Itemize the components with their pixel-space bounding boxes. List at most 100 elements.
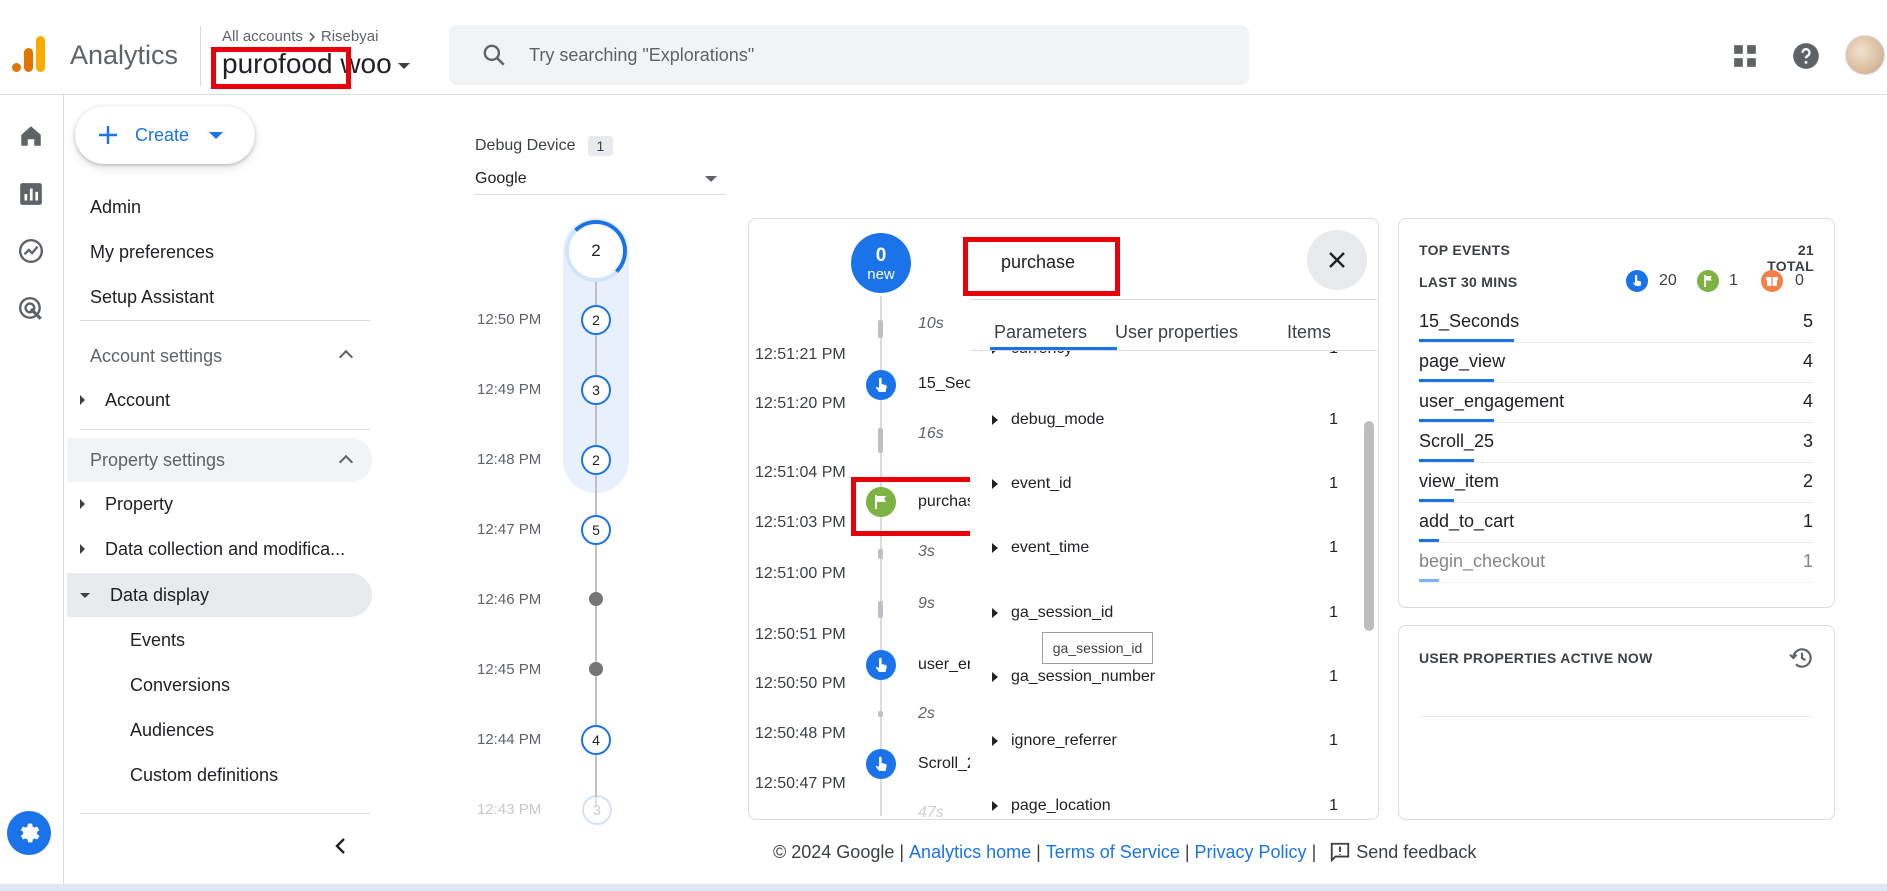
top-event-row[interactable]: Scroll_25 3 — [1419, 431, 1813, 471]
new-events-badge[interactable]: 0 new — [851, 233, 911, 293]
help-icon[interactable] — [1792, 42, 1820, 70]
event-name[interactable]: 15_Sec — [918, 375, 970, 393]
event-name[interactable]: Scroll_2 — [918, 755, 970, 773]
expand-arrow-icon — [992, 801, 998, 811]
share-bar — [1419, 579, 1439, 582]
minute-count[interactable]: 2 — [581, 445, 611, 475]
feedback-icon[interactable] — [1329, 841, 1351, 863]
share-bar — [1419, 459, 1474, 462]
footer-analytics-home-link[interactable]: Analytics home — [909, 842, 1031, 863]
avatar[interactable] — [1845, 35, 1885, 75]
event-touch-icon — [1626, 270, 1648, 292]
search-icon — [483, 44, 505, 66]
chevron-up-icon[interactable] — [338, 349, 354, 365]
parameter-row[interactable]: ga_session_id 1 — [992, 604, 1338, 622]
share-bar — [1419, 539, 1439, 542]
parameter-row[interactable]: ga_session_number 1 — [992, 668, 1338, 686]
conversion-flag-icon — [1697, 270, 1719, 292]
collapse-nav-icon[interactable] — [332, 836, 348, 856]
minute-empty-dot[interactable] — [589, 662, 603, 676]
parameter-row[interactable]: ignore_referrer 1 — [992, 732, 1338, 750]
parameter-row[interactable]: currency1 — [992, 351, 1338, 358]
top-events-period: LAST 30 MINS — [1419, 274, 1518, 290]
expand-arrow-icon — [80, 544, 85, 554]
advertising-icon[interactable] — [18, 296, 44, 322]
expand-arrow-icon — [992, 479, 998, 489]
nav-events[interactable]: Events — [130, 620, 185, 660]
nav-divider — [80, 429, 370, 430]
parameter-row[interactable]: event_id 1 — [992, 475, 1338, 493]
share-bar — [1419, 499, 1454, 502]
time-gap-label: 3s — [918, 543, 935, 560]
home-icon[interactable] — [18, 123, 44, 149]
nav-account-settings[interactable]: Account settings — [90, 334, 222, 378]
footer-copyright: © 2024 Google — [773, 841, 895, 862]
tab-items[interactable]: Items — [1287, 322, 1331, 343]
expand-arrow-icon — [992, 736, 998, 746]
nav-data-display[interactable]: Data display — [80, 575, 209, 615]
minute-count[interactable]: 4 — [581, 725, 611, 755]
nav-account[interactable]: Account — [80, 380, 170, 420]
top-event-row[interactable]: 15_Seconds 5 — [1419, 311, 1813, 351]
create-button[interactable]: Create — [75, 106, 255, 164]
plus-icon — [99, 126, 117, 144]
nav-property[interactable]: Property — [80, 484, 173, 524]
app-name[interactable]: Analytics — [70, 40, 178, 71]
event-name[interactable]: user_er — [918, 656, 970, 674]
nav-admin[interactable]: Admin — [90, 187, 141, 227]
breadcrumb-property[interactable]: Risebyai — [321, 28, 379, 45]
event-timestamp: 12:50:48 PM — [755, 725, 846, 742]
search-input[interactable] — [529, 44, 1179, 66]
minute-count[interactable]: 3 — [581, 375, 611, 405]
event-touch-icon[interactable] — [866, 370, 896, 400]
minute-count[interactable]: 5 — [581, 515, 611, 545]
nav-audiences[interactable]: Audiences — [130, 710, 214, 750]
top-event-row[interactable]: begin_checkout 1 — [1419, 551, 1813, 591]
top-event-row[interactable]: view_item 2 — [1419, 471, 1813, 511]
nav-setup-assistant[interactable]: Setup Assistant — [90, 277, 214, 317]
device-select-value: Google — [475, 169, 527, 187]
nav-data-collection[interactable]: Data collection and modifica... — [80, 529, 345, 569]
minute-count[interactable]: 3 — [582, 795, 612, 825]
explore-icon[interactable] — [18, 238, 44, 264]
footer-terms-link[interactable]: Terms of Service — [1046, 842, 1180, 863]
analytics-logo-icon[interactable] — [12, 34, 46, 74]
footer-privacy-link[interactable]: Privacy Policy — [1195, 842, 1307, 863]
parameters-list[interactable]: currency1 debug_mode1 event_id1 event_ti… — [970, 351, 1360, 818]
device-select[interactable]: Google — [475, 163, 725, 195]
conversion-count: 1 — [1729, 272, 1738, 289]
apps-grid-icon[interactable] — [1732, 43, 1758, 69]
parameter-row[interactable]: event_time 1 — [992, 539, 1338, 557]
breadcrumb[interactable]: All accounts Risebyai — [222, 28, 378, 45]
send-feedback-link[interactable]: Send feedback — [1356, 842, 1476, 863]
event-touch-icon[interactable] — [866, 749, 896, 779]
event-touch-icon[interactable] — [866, 650, 896, 680]
parameter-row[interactable]: debug_mode 1 — [992, 411, 1338, 429]
top-event-row[interactable]: add_to_cart 1 — [1419, 511, 1813, 551]
breadcrumb-account[interactable]: All accounts — [222, 28, 303, 45]
admin-gear-icon[interactable] — [7, 811, 51, 855]
nav-custom-definitions[interactable]: Custom definitions — [130, 755, 278, 795]
time-gap-bar — [878, 549, 883, 559]
nav-my-preferences[interactable]: My preferences — [90, 232, 214, 272]
nav-property-settings[interactable]: Property settings — [90, 438, 225, 482]
top-event-row[interactable]: page_view 4 — [1419, 351, 1813, 391]
minute-empty-dot[interactable] — [589, 592, 603, 606]
tab-parameters[interactable]: Parameters — [994, 322, 1087, 343]
top-event-row[interactable]: user_engagement 4 — [1419, 391, 1813, 431]
event-count: 20 — [1659, 272, 1677, 289]
nav-conversions[interactable]: Conversions — [130, 665, 230, 705]
reports-icon[interactable] — [18, 181, 44, 207]
tab-user-properties[interactable]: User properties — [1115, 322, 1238, 343]
share-bar — [1419, 339, 1514, 342]
history-icon[interactable] — [1789, 645, 1815, 671]
close-icon[interactable] — [1307, 230, 1367, 290]
parameter-row[interactable]: page_location 1 — [992, 797, 1338, 815]
minute-time: 12:49 PM — [477, 381, 542, 398]
top-events-title: TOP EVENTS — [1419, 242, 1511, 258]
search-bar[interactable] — [449, 25, 1249, 85]
event-timestamp: 12:50:47 PM — [755, 775, 846, 792]
minute-count[interactable]: 2 — [581, 305, 611, 335]
parameters-scrollbar[interactable] — [1364, 421, 1374, 631]
current-minute-counter[interactable]: 2 — [565, 220, 627, 282]
